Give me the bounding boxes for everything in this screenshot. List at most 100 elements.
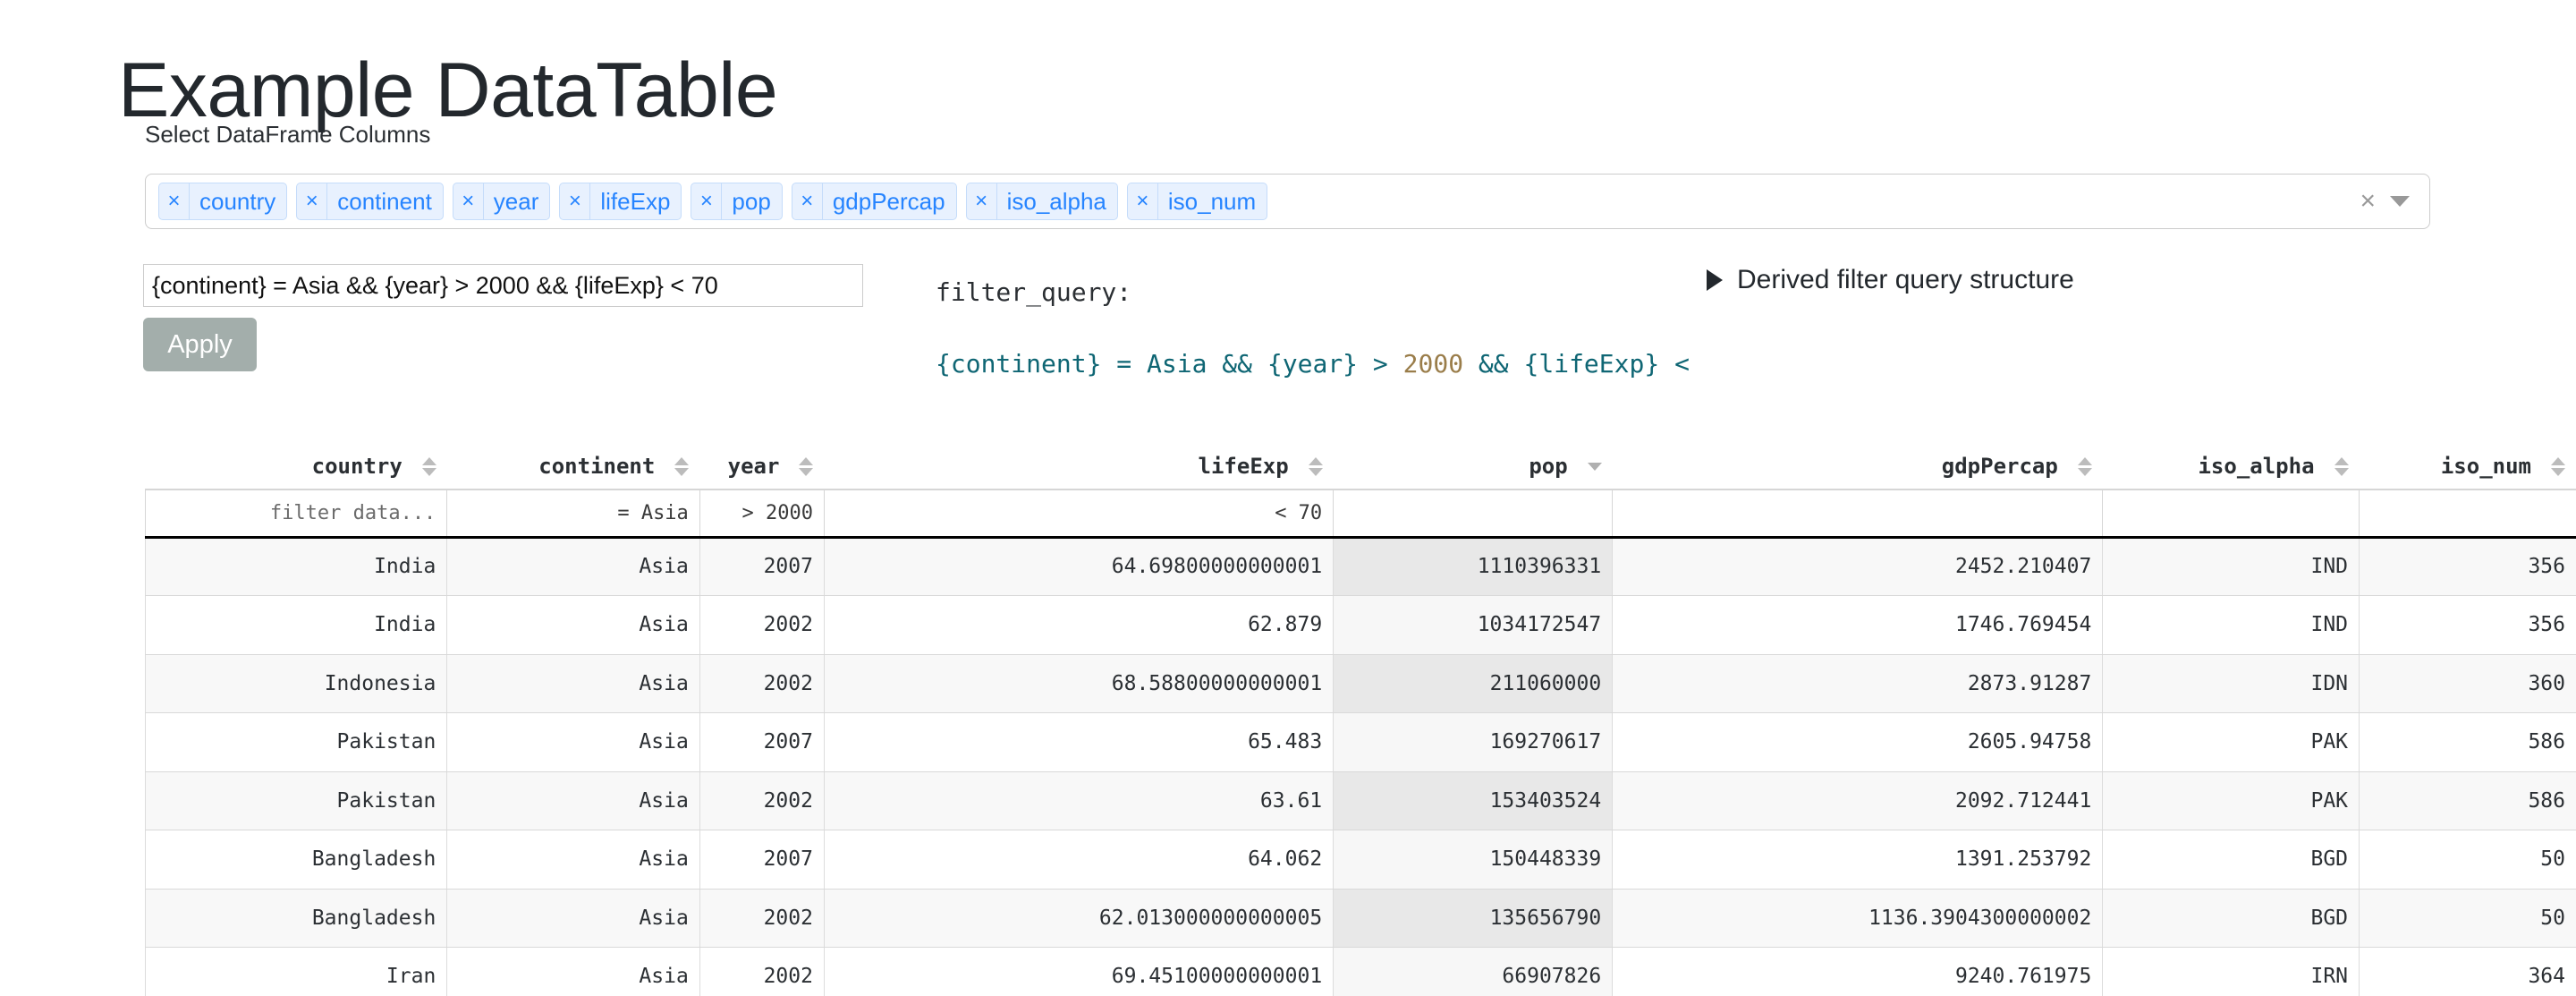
cell-iso_num[interactable]: 50 xyxy=(2359,830,2576,890)
column-chip-iso_num[interactable]: × iso_num xyxy=(1126,183,1268,220)
column-header-iso_num[interactable]: iso_num xyxy=(2359,444,2576,489)
cell-continent[interactable]: Asia xyxy=(446,947,700,996)
sort-toggle-year[interactable] xyxy=(799,456,814,476)
close-icon[interactable]: × xyxy=(691,183,723,219)
cell-iso_num[interactable]: 586 xyxy=(2359,712,2576,772)
cell-iso_alpha[interactable]: IRN xyxy=(2102,947,2360,996)
cell-year[interactable]: 2002 xyxy=(699,947,825,996)
column-chip-lifeExp[interactable]: × lifeExp xyxy=(559,183,682,220)
cell-year[interactable]: 2007 xyxy=(699,712,825,772)
column-filter-iso_num[interactable] xyxy=(2359,489,2576,539)
cell-country[interactable]: Indonesia xyxy=(145,654,447,713)
cell-iso_num[interactable]: 364 xyxy=(2359,947,2576,996)
cell-year[interactable]: 2002 xyxy=(699,889,825,948)
clear-all-icon[interactable]: × xyxy=(2360,188,2376,215)
column-chip-iso_alpha[interactable]: × iso_alpha xyxy=(965,183,1118,220)
chevron-down-icon[interactable] xyxy=(2390,196,2410,207)
cell-iso_num[interactable]: 356 xyxy=(2359,537,2576,596)
column-chip-year[interactable]: × year xyxy=(452,183,551,220)
cell-iso_alpha[interactable]: BGD xyxy=(2102,889,2360,948)
cell-iso_num[interactable]: 586 xyxy=(2359,771,2576,830)
sort-toggle-country[interactable] xyxy=(421,456,436,476)
cell-gdpPercap[interactable]: 1136.3904300000002 xyxy=(1612,889,2103,948)
cell-country[interactable]: India xyxy=(145,595,447,655)
cell-iso_alpha[interactable]: IDN xyxy=(2102,654,2360,713)
close-icon[interactable]: × xyxy=(792,183,823,219)
close-icon[interactable]: × xyxy=(560,183,591,219)
column-filter-pop[interactable] xyxy=(1333,489,1613,539)
table-row[interactable]: Iran Asia 2002 69.45100000000001 66907826 924… xyxy=(145,947,2576,996)
cell-continent[interactable]: Asia xyxy=(446,889,700,948)
cell-iso_alpha[interactable]: PAK xyxy=(2102,712,2360,772)
cell-year[interactable]: 2007 xyxy=(699,830,825,890)
sort-toggle-iso_alpha[interactable] xyxy=(2334,456,2349,476)
derived-filter-query-structure-toggle[interactable]: Derived filter query structure xyxy=(1707,265,2074,295)
column-chip-country[interactable]: × country xyxy=(158,183,288,220)
column-chip-pop[interactable]: × pop xyxy=(691,183,783,220)
cell-pop[interactable]: 153403524 xyxy=(1333,771,1613,830)
cell-country[interactable]: India xyxy=(145,537,447,596)
column-header-country[interactable]: country xyxy=(145,444,447,489)
filter-query-input[interactable] xyxy=(143,264,863,307)
cell-lifeExp[interactable]: 64.69800000000001 xyxy=(823,537,1334,596)
cell-lifeExp[interactable]: 62.879 xyxy=(823,595,1334,655)
close-icon[interactable]: × xyxy=(967,183,997,219)
cell-continent[interactable]: Asia xyxy=(446,654,700,713)
cell-country[interactable]: Bangladesh xyxy=(145,889,447,948)
cell-lifeExp[interactable]: 65.483 xyxy=(823,712,1334,772)
sort-toggle-iso_num[interactable] xyxy=(2551,456,2565,476)
cell-pop[interactable]: 211060000 xyxy=(1333,654,1613,713)
table-row[interactable]: India Asia 2007 64.69800000000001 1110396331… xyxy=(145,537,2576,596)
column-filter-gdpPercap[interactable] xyxy=(1612,489,2103,539)
cell-iso_num[interactable]: 50 xyxy=(2359,889,2576,948)
table-row[interactable]: Pakistan Asia 2002 63.61 153403524 2092.71244… xyxy=(145,771,2576,830)
cell-iso_alpha[interactable]: PAK xyxy=(2102,771,2360,830)
cell-pop[interactable]: 150448339 xyxy=(1333,830,1613,890)
cell-iso_alpha[interactable]: BGD xyxy=(2102,830,2360,890)
column-header-lifeExp[interactable]: lifeExp xyxy=(824,444,1334,489)
cell-country[interactable]: Iran xyxy=(145,947,447,996)
close-icon[interactable]: × xyxy=(297,183,328,219)
cell-continent[interactable]: Asia xyxy=(446,595,700,655)
cell-lifeExp[interactable]: 64.062 xyxy=(823,830,1334,890)
sort-toggle-pop[interactable] xyxy=(1587,462,1602,471)
column-filter-lifeExp[interactable]: < 70 xyxy=(823,489,1334,539)
cell-year[interactable]: 2002 xyxy=(699,595,825,655)
cell-year[interactable]: 2002 xyxy=(699,771,825,830)
column-header-iso_alpha[interactable]: iso_alpha xyxy=(2102,444,2360,489)
table-row[interactable]: Indonesia Asia 2002 68.58800000000001 211060… xyxy=(145,654,2576,713)
cell-iso_alpha[interactable]: IND xyxy=(2102,595,2360,655)
table-row[interactable]: Bangladesh Asia 2002 62.013000000000005 1356… xyxy=(145,889,2576,948)
table-row[interactable]: India Asia 2002 62.879 1034172547 1746.769454… xyxy=(145,595,2576,655)
cell-iso_num[interactable]: 356 xyxy=(2359,595,2576,655)
column-filter-continent[interactable]: = Asia xyxy=(446,489,700,539)
sort-toggle-continent[interactable] xyxy=(674,456,690,476)
cell-lifeExp[interactable]: 69.45100000000001 xyxy=(823,947,1334,996)
cell-iso_num[interactable]: 360 xyxy=(2359,654,2576,713)
table-row[interactable]: Bangladesh Asia 2007 64.062 150448339 1391.25… xyxy=(145,830,2576,890)
cell-iso_alpha[interactable]: IND xyxy=(2102,537,2360,596)
cell-country[interactable]: Bangladesh xyxy=(145,830,447,890)
apply-button[interactable]: Apply xyxy=(143,318,257,371)
cell-pop[interactable]: 1110396331 xyxy=(1333,537,1613,596)
column-chip-continent[interactable]: × continent xyxy=(296,183,444,220)
cell-lifeExp[interactable]: 68.58800000000001 xyxy=(823,654,1334,713)
table-row[interactable]: Pakistan Asia 2007 65.483 169270617 2605.9475… xyxy=(145,712,2576,772)
cell-continent[interactable]: Asia xyxy=(446,830,700,890)
cell-gdpPercap[interactable]: 1391.253792 xyxy=(1612,830,2103,890)
cell-country[interactable]: Pakistan xyxy=(145,771,447,830)
column-filter-country[interactable]: filter data... xyxy=(145,489,447,539)
cell-continent[interactable]: Asia xyxy=(446,771,700,830)
cell-gdpPercap[interactable]: 2605.94758 xyxy=(1612,712,2103,772)
column-header-pop[interactable]: pop xyxy=(1333,444,1613,489)
close-icon[interactable]: × xyxy=(1128,183,1158,219)
cell-gdpPercap[interactable]: 2873.91287 xyxy=(1612,654,2103,713)
close-icon[interactable]: × xyxy=(159,183,190,219)
cell-gdpPercap[interactable]: 2452.210407 xyxy=(1612,537,2103,596)
cell-continent[interactable]: Asia xyxy=(446,712,700,772)
sort-toggle-lifeExp[interactable] xyxy=(1308,456,1323,476)
column-chip-gdpPercap[interactable]: × gdpPercap xyxy=(791,183,957,220)
cell-year[interactable]: 2007 xyxy=(699,537,825,596)
column-header-continent[interactable]: continent xyxy=(446,444,700,489)
cell-continent[interactable]: Asia xyxy=(446,537,700,596)
